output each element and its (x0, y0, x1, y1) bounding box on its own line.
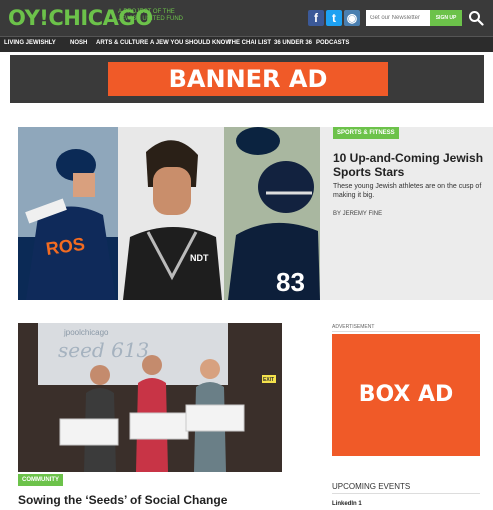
story-image-seed[interactable]: jpoolchicago seed 613 EXIT (18, 323, 282, 472)
banner-ad-area: BANNER AD (10, 55, 484, 103)
featured-story-byline: BY JEREMY FINE (333, 211, 383, 217)
story-title-seed[interactable]: Sowing the ‘Seeds’ of Social Change (18, 493, 227, 507)
twitter-icon[interactable]: t (326, 10, 342, 26)
nav-item-podcasts[interactable]: PODCASTS (316, 40, 349, 46)
featured-story-title[interactable]: 10 Up-and-Coming Jewish Sports Stars (333, 151, 488, 179)
nav-item-living-jewishly[interactable]: LIVING JEWISHLY (4, 40, 56, 46)
nav-item-nosh[interactable]: NOSH (70, 40, 87, 46)
nav-item-a-jew-you-should-know[interactable]: A JEW YOU SHOULD KNOW (150, 40, 231, 46)
banner-ad[interactable]: BANNER AD (108, 62, 388, 96)
category-tag-sports[interactable]: SPORTS & FITNESS (333, 127, 399, 139)
site-tagline: A PROJECT OF THE JEWISH UNITED FUND (118, 9, 183, 22)
category-tag-community[interactable]: COMMUNITY (18, 474, 63, 486)
site-header: OY!CHICAGO A PROJECT OF THE JEWISH UNITE… (0, 0, 493, 36)
advertisement-label: ADVERTISEMENT (332, 324, 375, 330)
nav-item-chai-list[interactable]: THE CHAI LIST (228, 40, 271, 46)
athletes-photo: ROS NDT 83 (18, 127, 320, 300)
jersey-number: 83 (276, 267, 305, 297)
shirt-logo-text: NDT (190, 253, 209, 263)
featured-story-card[interactable]: ROS NDT 83 SPORTS & FITNESS 10 Up-and-Co… (18, 127, 493, 300)
signup-button[interactable]: SIGN UP (430, 10, 462, 26)
nav-item-arts-culture[interactable]: ARTS & CULTURE (96, 40, 148, 46)
screen-word-text: seed 613 (58, 338, 149, 362)
seed-award-photo: jpoolchicago seed 613 EXIT (18, 323, 282, 472)
main-nav: LIVING JEWISHLY NOSH ARTS & CULTURE A JE… (0, 36, 493, 52)
facebook-icon[interactable]: f (308, 10, 324, 26)
exit-sign-text: EXIT (263, 377, 274, 383)
box-ad[interactable]: BOX AD (332, 334, 480, 456)
search-icon[interactable] (468, 10, 484, 26)
featured-story-image[interactable]: ROS NDT 83 (18, 127, 320, 300)
nav-item-36-under-36[interactable]: 36 UNDER 36 (274, 40, 312, 46)
newsletter-email-input[interactable] (366, 10, 430, 26)
upcoming-events-heading: UPCOMING EVENTS (332, 482, 411, 491)
event-item[interactable]: LinkedIn 1 (332, 501, 362, 507)
screen-brand-text: jpoolchicago (63, 328, 109, 337)
featured-story-description: These young Jewish athletes are on the c… (333, 183, 482, 199)
instagram-icon[interactable]: ◉ (344, 10, 360, 26)
advertisement-divider (332, 331, 480, 332)
logo-oy: OY! (8, 6, 49, 30)
upcoming-events-divider (332, 493, 480, 494)
